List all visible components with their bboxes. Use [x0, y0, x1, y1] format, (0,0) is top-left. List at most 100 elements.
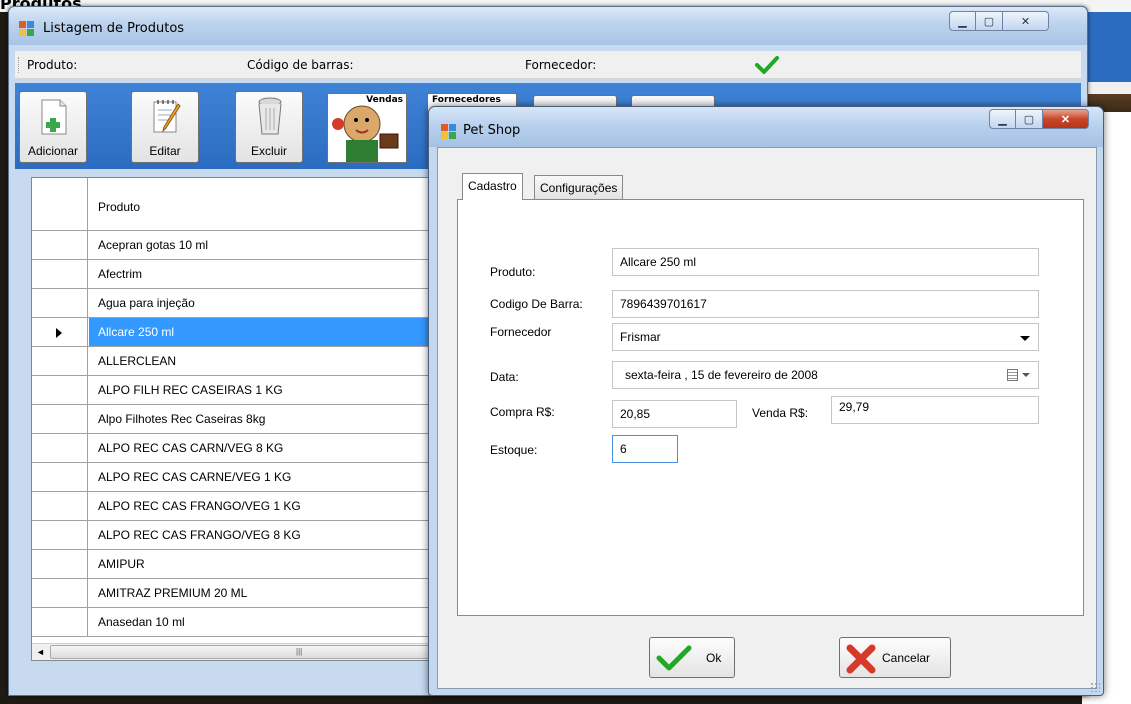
edit-notepad-icon — [153, 100, 181, 133]
row-header[interactable] — [32, 260, 88, 288]
produto-cell[interactable]: Anasedan 10 ml — [89, 608, 450, 636]
chevron-down-icon[interactable] — [1020, 336, 1030, 341]
row-header[interactable] — [32, 521, 88, 549]
row-header[interactable] — [32, 579, 88, 607]
scroll-left-icon[interactable]: ◄ — [32, 644, 49, 660]
data-value: sexta-feira , 15 de fevereiro de 2008 — [625, 368, 818, 382]
produto-cell[interactable]: ALLERCLEAN — [89, 347, 450, 375]
maximize-icon: ▢ — [1023, 113, 1035, 126]
filter-bar: Produto: Código de barras: Fornecedor: — [15, 51, 1081, 79]
row-header[interactable] — [32, 318, 88, 346]
row-header[interactable] — [32, 463, 88, 491]
row-header[interactable] — [32, 492, 88, 520]
scroll-thumb[interactable]: ||| — [50, 645, 440, 659]
toolstrip-grip[interactable] — [18, 57, 21, 73]
row-header[interactable] — [32, 376, 88, 404]
dialog-minimize-button[interactable]: ▁ — [989, 109, 1016, 129]
produto-cell[interactable]: ALPO REC CAS CARN/VEG 8 KG — [89, 434, 450, 462]
table-row[interactable]: AMIPUR — [32, 550, 450, 579]
filter-fornecedor-input[interactable] — [615, 55, 745, 75]
products-grid[interactable]: Produto Acepran gotas 10 ml Afectrim Agua … — [31, 177, 451, 661]
check-icon — [656, 645, 692, 671]
row-header[interactable] — [32, 347, 88, 375]
table-row[interactable]: ALPO FILH REC CASEIRAS 1 KG — [32, 376, 450, 405]
produto-field[interactable]: Allcare 250 ml — [612, 248, 1039, 276]
table-row[interactable]: ALPO REC CAS CARN/VEG 8 KG — [32, 434, 450, 463]
current-row-arrow-icon — [56, 328, 62, 338]
produto-cell[interactable]: Agua para injeção — [89, 289, 450, 317]
table-row[interactable]: ALPO REC CAS CARNE/VEG 1 KG — [32, 463, 450, 492]
row-header[interactable] — [32, 289, 88, 317]
produto-cell[interactable]: ALPO FILH REC CASEIRAS 1 KG — [89, 376, 450, 404]
column-header-produto[interactable]: Produto — [98, 200, 140, 214]
check-icon[interactable] — [755, 55, 779, 75]
maximize-button[interactable]: ▢ — [976, 11, 1003, 31]
resize-grip-icon[interactable] — [1090, 682, 1100, 692]
fornecedor-select[interactable]: Frismar — [612, 323, 1039, 351]
editar-button[interactable]: Editar — [131, 91, 199, 163]
filter-codigo-input[interactable] — [385, 55, 515, 75]
venda-field[interactable]: 29,79 — [831, 396, 1039, 424]
produto-cell[interactable]: Acepran gotas 10 ml — [89, 231, 450, 259]
row-header[interactable] — [32, 608, 88, 636]
codigo-barra-field[interactable]: 7896439701617 — [612, 290, 1039, 318]
main-title-bar[interactable]: Listagem de Produtos ▁ ▢ ✕ — [9, 7, 1087, 45]
horizontal-scrollbar[interactable]: ◄ ||| — [32, 643, 450, 660]
table-row[interactable]: Acepran gotas 10 ml — [32, 231, 450, 260]
minimize-button[interactable]: ▁ — [949, 11, 976, 31]
table-row[interactable]: Allcare 250 ml — [32, 318, 450, 347]
vendas-button[interactable]: Vendas — [327, 93, 407, 163]
dialog-close-button[interactable]: ✕ — [1043, 109, 1089, 129]
editar-label: Editar — [149, 144, 181, 158]
table-row[interactable]: AMITRAZ PREMIUM 20 ML — [32, 579, 450, 608]
dialog-title-bar[interactable]: Pet Shop ▁ ▢ ✕ — [429, 107, 1103, 147]
main-caption-buttons: ▁ ▢ ✕ — [949, 11, 1049, 31]
table-row[interactable]: Anasedan 10 ml — [32, 608, 450, 637]
calendar-icon[interactable] — [1007, 369, 1018, 381]
produto-cell[interactable]: AMITRAZ PREMIUM 20 ML — [89, 579, 450, 607]
close-button[interactable]: ✕ — [1003, 11, 1049, 31]
produto-label: Produto: — [490, 265, 536, 279]
row-header[interactable] — [32, 231, 88, 259]
add-document-icon — [41, 99, 67, 135]
table-row[interactable]: Alpo Filhotes Rec Caseiras 8kg — [32, 405, 450, 434]
compra-field[interactable]: 20,85 — [612, 400, 737, 428]
pet-shop-dialog: Pet Shop ▁ ▢ ✕ Cadastro Configurações Pr… — [428, 106, 1104, 696]
adicionar-button[interactable]: Adicionar — [19, 91, 87, 163]
table-row[interactable]: ALPO REC CAS FRANGO/VEG 8 KG — [32, 521, 450, 550]
dialog-caption-buttons: ▁ ▢ ✕ — [989, 109, 1089, 129]
row-header[interactable] — [32, 434, 88, 462]
cancel-button[interactable]: Cancelar — [839, 637, 951, 678]
excluir-button[interactable]: Excluir — [235, 91, 303, 163]
filter-produto-input[interactable] — [93, 55, 243, 75]
close-icon: ✕ — [1020, 15, 1031, 28]
tab-cadastro[interactable]: Cadastro — [462, 173, 523, 200]
table-row[interactable]: ALLERCLEAN — [32, 347, 450, 376]
produto-cell[interactable]: ALPO REC CAS FRANGO/VEG 8 KG — [89, 521, 450, 549]
compra-label: Compra R$: — [490, 405, 555, 419]
table-row[interactable]: Afectrim — [32, 260, 450, 289]
grid-header: Produto — [32, 178, 450, 231]
dialog-maximize-button[interactable]: ▢ — [1016, 109, 1043, 129]
codigo-barra-label: Codigo De Barra: — [490, 297, 583, 311]
minimize-icon: ▁ — [958, 15, 967, 28]
data-picker[interactable]: sexta-feira , 15 de fevereiro de 2008 — [612, 361, 1039, 389]
produto-cell[interactable]: ALPO REC CAS FRANGO/VEG 1 KG — [89, 492, 450, 520]
tab-configuracoes[interactable]: Configurações — [534, 175, 624, 200]
estoque-field[interactable]: 6 — [612, 435, 678, 463]
produto-cell[interactable]: Afectrim — [89, 260, 450, 288]
table-row[interactable]: ALPO REC CAS FRANGO/VEG 1 KG — [32, 492, 450, 521]
table-row[interactable]: Agua para injeção — [32, 289, 450, 318]
row-header[interactable] — [32, 405, 88, 433]
produto-cell[interactable]: Alpo Filhotes Rec Caseiras 8kg — [89, 405, 450, 433]
produto-cell[interactable]: AMIPUR — [89, 550, 450, 578]
calendar-dropdown-icon[interactable] — [1022, 373, 1030, 377]
app-icon — [19, 21, 35, 37]
produto-cell[interactable]: ALPO REC CAS CARNE/VEG 1 KG — [89, 463, 450, 491]
row-header[interactable] — [32, 550, 88, 578]
grid-corner[interactable] — [32, 178, 88, 231]
ok-button[interactable]: Ok — [649, 637, 735, 678]
venda-label: Venda R$: — [752, 406, 809, 420]
produto-cell[interactable]: Allcare 250 ml — [89, 318, 450, 346]
fornecedores-label: Fornecedores — [432, 95, 501, 105]
